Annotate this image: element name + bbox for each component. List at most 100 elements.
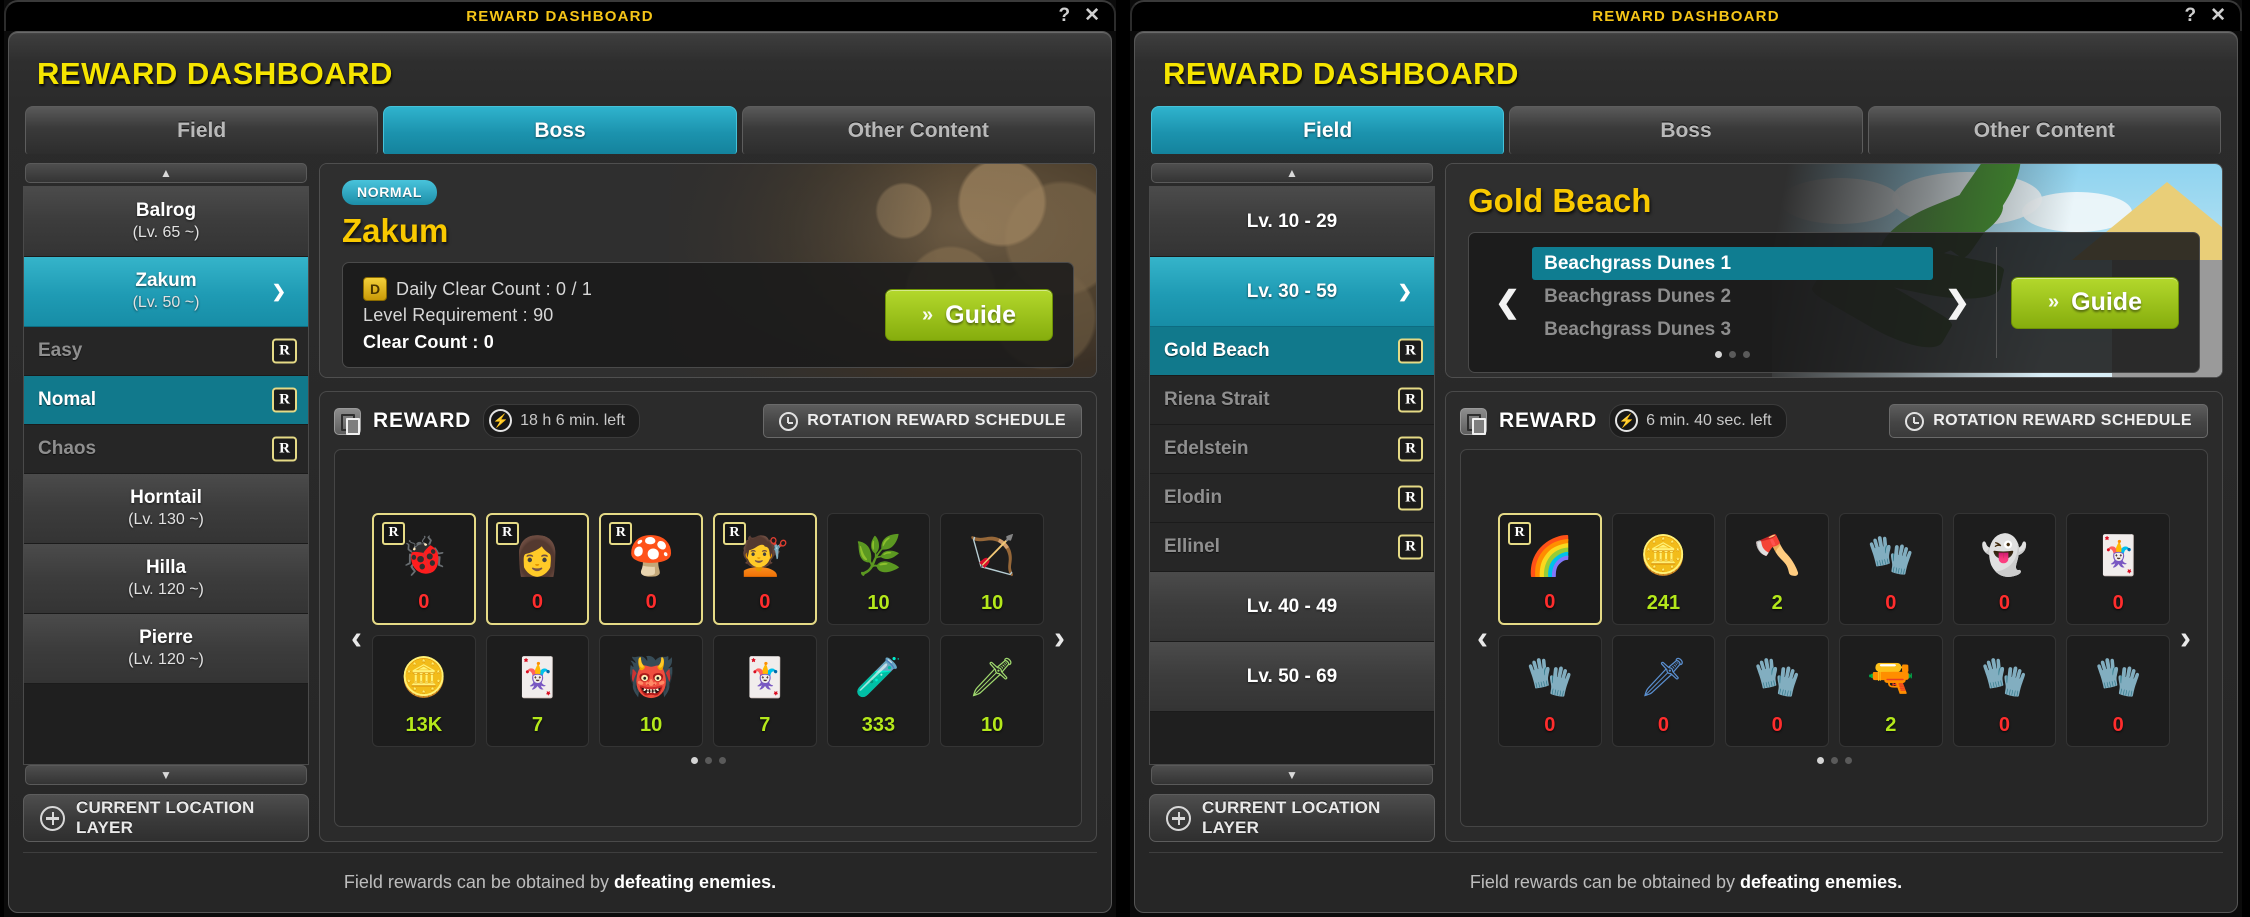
sidebar-list: Balrog (Lv. 65 ~) Zakum (Lv. 50 ~) ❯ Easy R Nom…	[23, 186, 309, 765]
sidebar-item-ellinel[interactable]: Ellinel R	[1150, 523, 1434, 572]
sidebar-item-riena-strait[interactable]: Riena Strait R	[1150, 376, 1434, 425]
reward-item-quantity: 0	[418, 590, 430, 613]
reward-item-cell[interactable]: 🧤 0	[1952, 634, 2057, 747]
sidebar-group-lv-30-59[interactable]: Lv. 30 - 59 ❯	[1150, 257, 1434, 327]
reward-item-cell[interactable]: 🏹 10	[940, 512, 1044, 625]
tab-field[interactable]: Field	[1151, 106, 1505, 154]
reward-item-cell[interactable]: 🧤 0	[2066, 634, 2170, 747]
reward-item-cell[interactable]: 🃏 7	[712, 634, 817, 747]
reward-item-icon: 🗡	[1639, 656, 1688, 699]
footer-text-emphasis: defeating enemies.	[614, 872, 777, 892]
current-location-layer-button[interactable]: CURRENT LOCATION LAYER	[23, 794, 309, 842]
reward-next-button[interactable]: ›	[1044, 619, 1075, 657]
sidebar-scroll-up-button[interactable]: ▲	[25, 163, 307, 183]
tab-other-content[interactable]: Other Content	[1867, 106, 2221, 154]
reward-item-cell[interactable]: 🪙 241	[1611, 512, 1716, 625]
sidebar-group-name: Hilla	[145, 557, 187, 579]
tab-boss[interactable]: Boss	[1509, 106, 1863, 154]
page-dot[interactable]	[1715, 351, 1722, 358]
info-box: D Daily Clear Count : 0 / 1 Level Requirem…	[342, 262, 1074, 368]
reward-item-cell[interactable]: 🧪 333	[826, 634, 931, 747]
reward-item-cell[interactable]: 🃏 0	[2066, 512, 2170, 625]
sidebar-item-elodin[interactable]: Elodin R	[1150, 474, 1434, 523]
reward-next-button[interactable]: ›	[2170, 619, 2201, 657]
page-dot[interactable]	[1816, 756, 1824, 764]
reward-item-cell[interactable]: 👻 0	[1952, 512, 2057, 625]
sidebar-scroll-down-button[interactable]: ▼	[25, 765, 307, 785]
reward-item-cell[interactable]: 🃏 7	[485, 634, 590, 747]
map-item[interactable]: Beachgrass Dunes 3	[1532, 313, 1933, 346]
reward-item-quantity: 0	[1998, 591, 2011, 614]
window-buttons: ? ✕	[1058, 6, 1100, 26]
reward-grid-wrapper: ‹ R 🌈 0 🪙 241 🪓 2 🧤 0 👻 0 🃏 0 🧤 0 🗡 0 🧤 0 🔫 2 🧤 0 🧤 0 ›	[1460, 449, 2208, 827]
sidebar-group-pierre[interactable]: Pierre (Lv. 120 ~)	[24, 614, 308, 684]
reward-item-cell[interactable]: R 💇 0	[712, 512, 817, 625]
reward-prev-button[interactable]: ‹	[1467, 619, 1498, 657]
close-button[interactable]: ✕	[1084, 6, 1100, 26]
help-button[interactable]: ?	[1058, 6, 1070, 26]
sidebar-group-zakum[interactable]: Zakum (Lv. 50 ~) ❯	[24, 257, 308, 327]
page-dot[interactable]	[1830, 756, 1838, 764]
sidebar-item-gold-beach[interactable]: Gold Beach R	[1150, 327, 1434, 376]
page-dot[interactable]	[718, 756, 726, 764]
map-item[interactable]: Beachgrass Dunes 2	[1532, 280, 1933, 313]
reward-item-cell[interactable]: 🧤 0	[1838, 512, 1943, 625]
page-dot[interactable]	[1743, 351, 1750, 358]
rotation-reward-schedule-button[interactable]: ROTATION REWARD SCHEDULE	[1889, 404, 2208, 438]
reward-item-cell[interactable]: R 🌈 0	[1498, 512, 1602, 625]
sidebar-scroll-down-button[interactable]: ▼	[1151, 765, 1433, 785]
sidebar-item-nomal[interactable]: Nomal R	[24, 376, 308, 425]
rotation-reward-schedule-button[interactable]: ROTATION REWARD SCHEDULE	[763, 404, 1082, 438]
guide-button[interactable]: » Guide	[885, 289, 1053, 341]
reward-item-cell[interactable]: R 👩 0	[485, 512, 590, 625]
sidebar-group-lv-40-49[interactable]: Lv. 40 - 49	[1150, 572, 1434, 642]
tab-field[interactable]: Field	[25, 106, 379, 154]
reward-prev-button[interactable]: ‹	[341, 619, 372, 657]
guide-button-label: Guide	[2071, 288, 2142, 316]
sidebar-item-label: Gold Beach	[1164, 340, 1270, 361]
reward-item-cell[interactable]: 👹 10	[599, 634, 703, 747]
help-button[interactable]: ?	[2184, 6, 2196, 26]
map-item[interactable]: Beachgrass Dunes 1	[1532, 247, 1933, 280]
window-titlebar: REWARD DASHBOARD? ✕	[1130, 0, 2242, 31]
map-prev-button[interactable]: ❮	[1489, 285, 1526, 320]
reward-item-cell[interactable]: 🗡 10	[940, 634, 1044, 747]
page-dot[interactable]	[704, 756, 712, 764]
sidebar-item-easy[interactable]: Easy R	[24, 327, 308, 376]
sidebar-item-chaos[interactable]: Chaos R	[24, 425, 308, 474]
rotation-badge-icon: R	[272, 387, 297, 413]
reward-item-cell[interactable]: R 🍄 0	[599, 512, 703, 625]
sidebar-group-hilla[interactable]: Hilla (Lv. 120 ~)	[24, 544, 308, 614]
reward-item-cell[interactable]: 🪙 13K	[372, 634, 476, 747]
sidebar-group-balrog[interactable]: Balrog (Lv. 65 ~)	[24, 187, 308, 257]
hero-title: Zakum	[342, 212, 449, 249]
reward-timer: ⚡ 18 h 6 min. left	[483, 404, 641, 438]
current-location-layer-button[interactable]: CURRENT LOCATION LAYER	[1149, 794, 1435, 842]
page-dot[interactable]	[690, 756, 698, 764]
page-dot[interactable]	[1729, 351, 1736, 358]
reward-item-cell[interactable]: 🔫 2	[1838, 634, 1943, 747]
reward-item-cell[interactable]: 🪓 2	[1725, 512, 1829, 625]
reward-item-cell[interactable]: R 🐞 0	[372, 512, 476, 625]
rotation-reward-schedule-label: ROTATION REWARD SCHEDULE	[1933, 412, 2192, 429]
reward-item-cell[interactable]: 🧤 0	[1725, 634, 1829, 747]
map-next-button[interactable]: ❯	[1939, 285, 1976, 320]
reward-item-cell[interactable]: 🌿 10	[826, 512, 931, 625]
guide-button[interactable]: » Guide	[2011, 276, 2179, 329]
sidebar-scroll-up-button[interactable]: ▲	[1151, 163, 1433, 183]
sidebar-group-lv-50-69[interactable]: Lv. 50 - 69	[1150, 642, 1434, 712]
page-dot[interactable]	[1844, 756, 1852, 764]
sidebar-group-lv-10-29[interactable]: Lv. 10 - 29	[1150, 187, 1434, 257]
reward-item-cell[interactable]: 🗡 0	[1611, 634, 1716, 747]
map-selector: ❮ Beachgrass Dunes 1 Beachgrass Dunes 2 Bea…	[1489, 247, 2011, 358]
reward-item-quantity: 0	[2112, 713, 2124, 736]
sidebar-group-horntail[interactable]: Horntail (Lv. 130 ~)	[24, 474, 308, 544]
reward-item-cell[interactable]: 🧤 0	[1498, 634, 1602, 747]
reward-dashboard-window: REWARD DASHBOARD? ✕ REWARD DASHBOARD Field B…	[1130, 0, 2242, 917]
close-button[interactable]: ✕	[2210, 6, 2226, 26]
reward-item-quantity: 0	[645, 590, 657, 613]
tab-other-content[interactable]: Other Content	[741, 106, 1095, 154]
reward-item-icon: 🃏	[741, 656, 789, 699]
tab-boss[interactable]: Boss	[383, 106, 737, 154]
sidebar-item-edelstein[interactable]: Edelstein R	[1150, 425, 1434, 474]
